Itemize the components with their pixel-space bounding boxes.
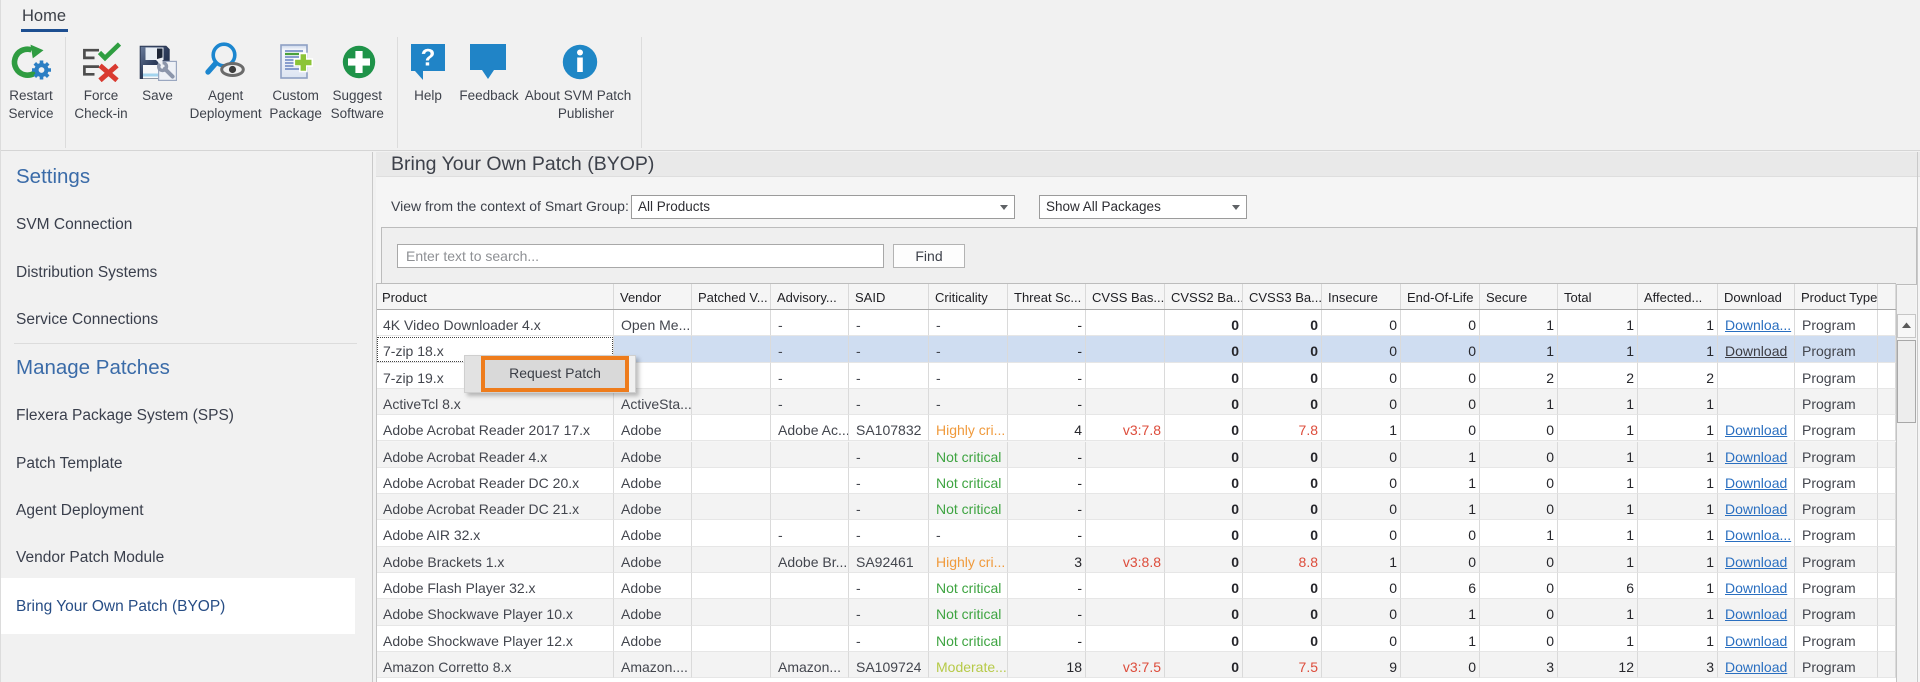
svg-text:?: ? (421, 45, 436, 72)
